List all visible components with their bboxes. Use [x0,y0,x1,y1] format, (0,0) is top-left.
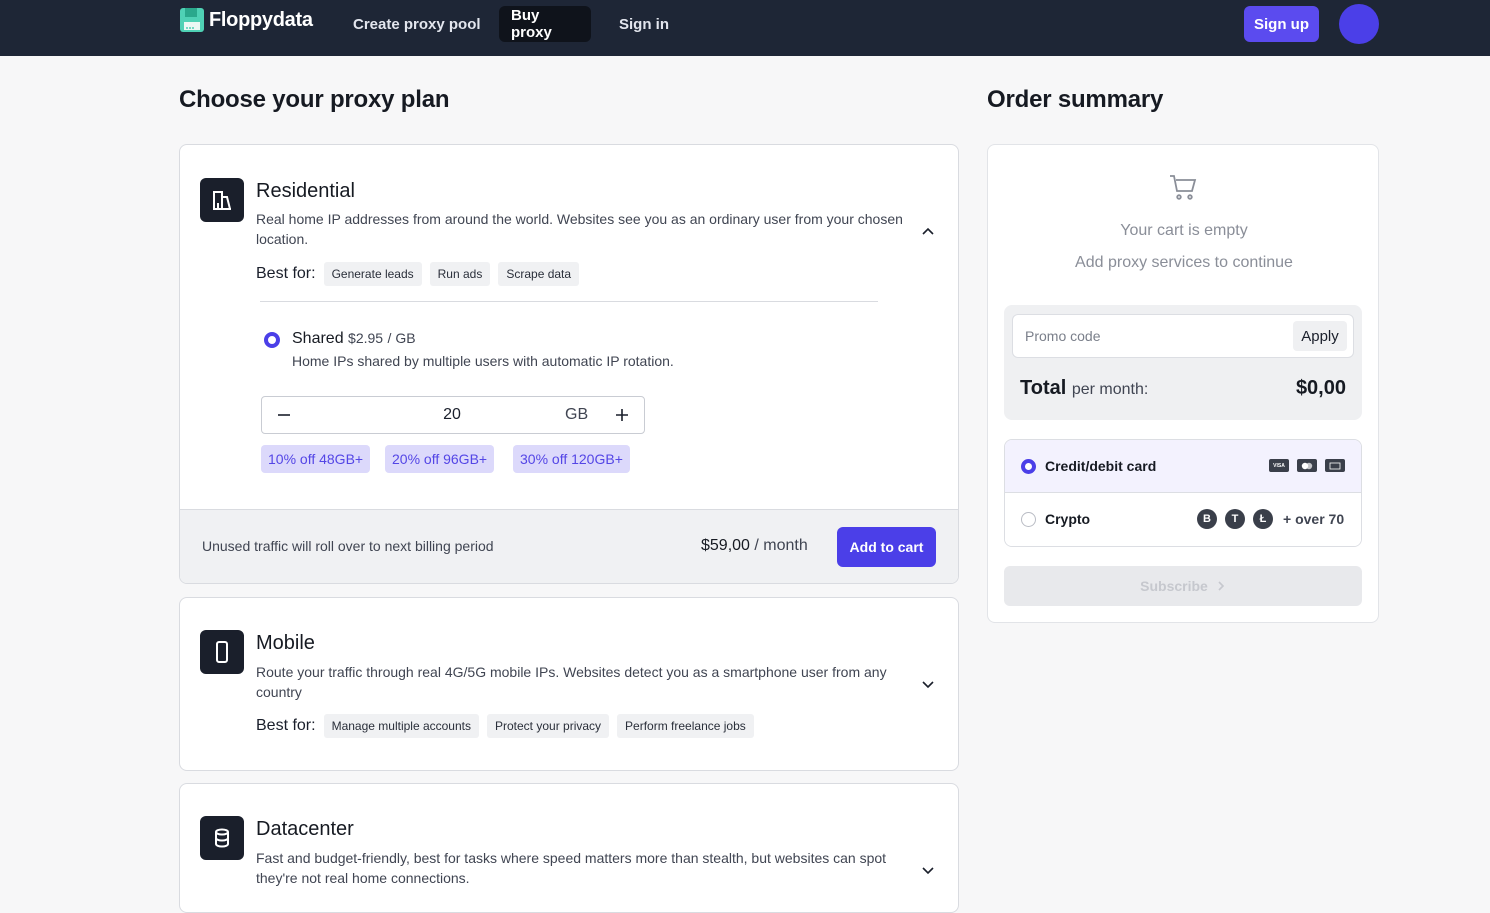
best-for-row: Best for: Manage multiple accounts Prote… [256,714,754,738]
bitcoin-icon: B [1197,509,1217,529]
crypto-extra: + over 70 [1283,511,1345,527]
plan-description: Fast and budget-friendly, best for tasks… [256,850,887,886]
total-label: Total per month: [1020,377,1148,400]
best-for-row: Best for: Generate leads Run ads Scrape … [256,262,580,286]
plan-title: Residential [256,180,355,202]
option-unit: / GB [387,330,416,346]
nav-buy-proxy[interactable]: Buy proxy [499,6,591,42]
plan-total: $59,00 / month [701,537,808,555]
use-case-tag: Protect your privacy [487,714,610,738]
database-icon [200,816,244,860]
avatar[interactable] [1339,4,1379,44]
chevron-down-icon[interactable] [920,676,936,692]
quantity-unit: GB [565,406,589,423]
order-summary-title: Order summary [987,86,1164,113]
quantity-input[interactable]: 20 [412,406,492,424]
total-label-text: Total [1020,377,1067,399]
subscribe-button[interactable]: Subscribe [1004,566,1362,606]
divider [260,301,878,302]
option-price: $2.95 [348,330,384,346]
plan-title: Datacenter [256,818,354,840]
nav-create-proxy-pool[interactable]: Create proxy pool [341,6,493,42]
discount-badge[interactable]: 30% off 120GB+ [513,445,630,473]
best-for-label: Best for: [256,717,316,734]
rollover-note: Unused traffic will roll over to next bi… [202,538,494,554]
page-title: Choose your proxy plan [179,86,450,113]
plan-card-mobile[interactable]: Mobile Route your traffic through real 4… [179,597,959,771]
use-case-tag: Run ads [429,262,491,286]
sign-up-button[interactable]: Sign up [1244,6,1319,42]
tether-icon: T [1225,509,1245,529]
cart-icon [1168,172,1198,202]
add-to-cart-button[interactable]: Add to cart [837,527,936,567]
card-footer: Unused traffic will roll over to next bi… [180,509,958,583]
card-logos: VISA [1269,459,1345,472]
nav-sign-in[interactable]: Sign in [607,6,681,42]
plan-total-price: $59,00 [701,537,750,554]
shared-radio[interactable] [264,332,280,348]
promo-code-input[interactable]: Promo code Apply [1012,314,1354,358]
plan-total-period: / month [754,537,808,554]
top-navbar: Floppydata Create proxy pool Buy proxy S… [0,0,1490,56]
plan-card-datacenter[interactable]: Datacenter Fast and budget-friendly, bes… [179,783,959,913]
use-case-tag: Manage multiple accounts [323,714,479,738]
quantity-stepper: 20 GB [261,396,645,434]
mastercard-icon [1297,459,1317,472]
chevron-right-icon [1216,578,1226,594]
option-title: Shared $2.95 / GB [292,330,416,348]
chevron-down-icon[interactable] [920,862,936,878]
payment-option-crypto[interactable]: Crypto B T Ł + over 70 [1005,493,1361,546]
empty-cart-title: Your cart is empty [1120,222,1248,239]
smartphone-icon [200,630,244,674]
best-for-label: Best for: [256,265,316,282]
use-case-tag: Generate leads [323,262,422,286]
payment-label: Credit/debit card [1045,458,1157,474]
plan-description: Route your traffic through real 4G/5G mo… [256,664,887,700]
minus-icon[interactable] [276,407,292,423]
payment-methods: Credit/debit card VISA Crypto B T Ł + ov… [1004,439,1362,547]
building-icon [200,178,244,222]
amex-icon [1325,459,1345,472]
plan-description: Real home IP addresses from around the w… [256,211,903,247]
payment-option-card[interactable]: Credit/debit card VISA [1005,440,1361,493]
use-case-tag: Scrape data [498,262,580,286]
crypto-radio[interactable] [1021,512,1036,527]
use-case-tag: Perform freelance jobs [617,714,754,738]
discount-badge[interactable]: 20% off 96GB+ [385,445,495,473]
total-suffix: per month: [1071,381,1149,398]
total-value: $0,00 [1295,377,1346,399]
brand-name: Floppydata [209,8,313,31]
payment-label: Crypto [1045,511,1091,527]
discount-badge[interactable]: 10% off 48GB+ [261,445,371,473]
floppy-disk-icon [179,7,205,33]
plus-icon[interactable] [614,407,630,423]
brand-logo[interactable]: Floppydata [179,7,313,33]
apply-button[interactable]: Apply [1293,321,1347,351]
empty-cart-subtitle: Add proxy services to continue [1075,254,1293,271]
plan-title: Mobile [256,632,315,654]
option-description: Home IPs shared by multiple users with a… [292,353,674,369]
crypto-coins: B T Ł + over 70 [1197,509,1344,529]
order-summary-panel: Your cart is empty Add proxy services to… [987,144,1379,623]
litecoin-icon: Ł [1253,509,1273,529]
option-name: Shared [292,330,344,347]
card-radio[interactable] [1021,459,1036,474]
promo-section: Promo code Apply Total per month: $0,00 [1004,305,1362,420]
plan-card-residential: Residential Real home IP addresses from … [179,144,959,584]
chevron-up-icon[interactable] [920,224,936,240]
subscribe-label: Subscribe [1140,578,1208,594]
promo-placeholder: Promo code [1025,328,1101,344]
visa-icon: VISA [1269,459,1289,472]
